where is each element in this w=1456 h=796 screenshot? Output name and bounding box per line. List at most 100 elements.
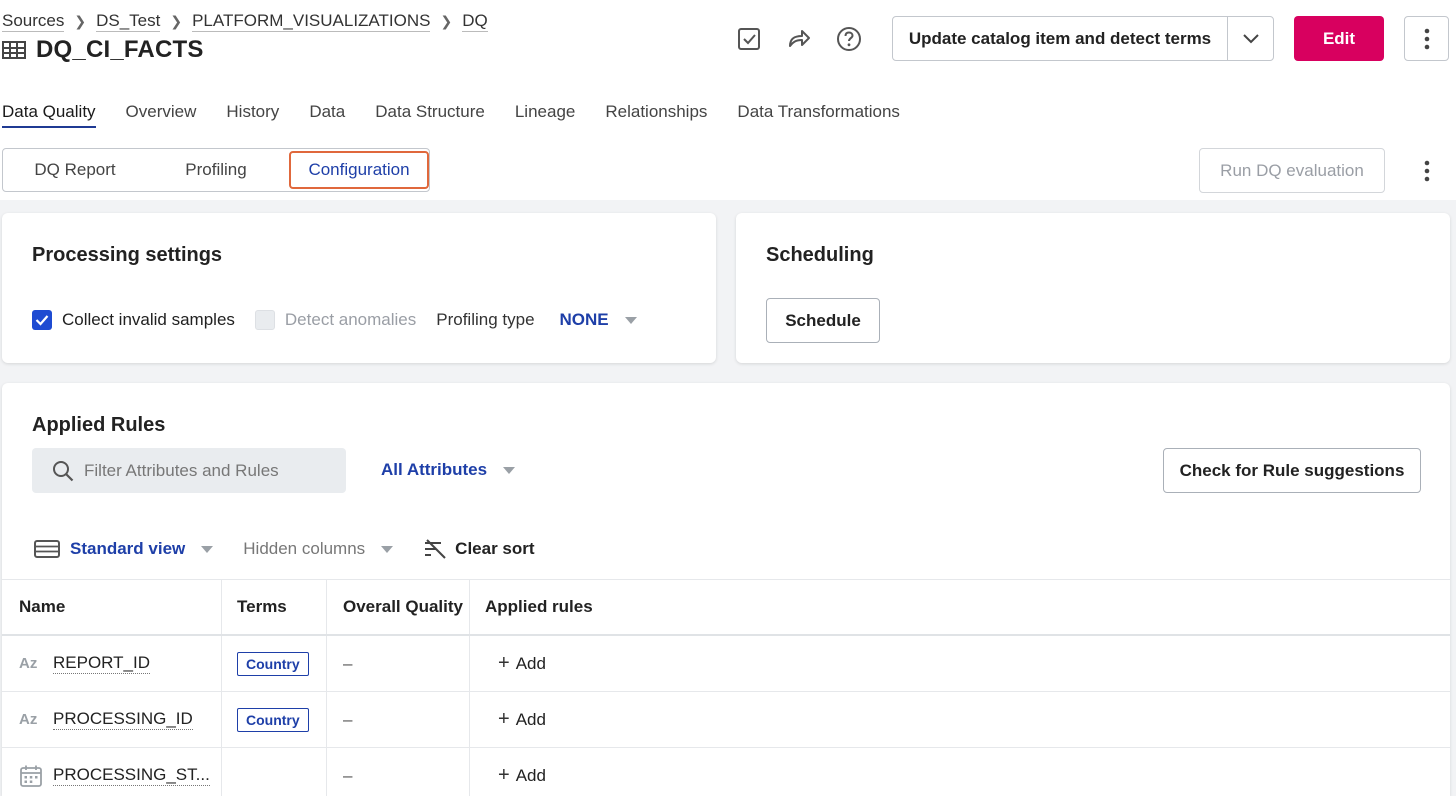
overall-quality-value: – [343,765,353,785]
add-rule-button[interactable]: + Add [498,708,546,731]
attribute-name-link[interactable]: PROCESSING_ID [53,709,193,730]
add-rule-label: Add [515,653,546,673]
name-cell: Az REPORT_ID [2,636,222,691]
string-type-icon: Az [19,655,38,672]
scheduling-title: Scheduling [766,244,874,266]
attributes-table: Name Terms Overall Quality Applied rules… [2,579,1450,796]
share-icon[interactable] [784,24,814,54]
add-rule-label: Add [515,709,546,729]
caret-down-icon[interactable] [201,545,214,553]
caret-down-icon[interactable] [624,316,637,324]
calendar-icon [20,765,42,787]
hidden-columns-select[interactable]: Hidden columns [243,539,365,559]
terms-cell [222,748,327,796]
quality-cell: – [327,748,470,796]
page-header: Sources ❯ DS_Test ❯ PLATFORM_VISUALIZATI… [0,0,1456,200]
table-header: Name Terms Overall Quality Applied rules [2,579,1450,636]
breadcrumb-sources[interactable]: Sources [2,11,65,32]
chevron-right-icon: ❯ [170,13,183,29]
add-rule-button[interactable]: + Add [498,764,546,787]
add-rule-button[interactable]: + Add [498,652,546,675]
terms-cell: Country [222,636,327,691]
standard-view-select[interactable]: Standard view [70,539,185,559]
caret-down-icon[interactable] [381,545,394,553]
run-dq-evaluation-button[interactable]: Run DQ evaluation [1199,148,1385,193]
schedule-button[interactable]: Schedule [766,298,880,343]
help-icon[interactable] [834,24,864,54]
dq-subtabs: DQ Report Profiling Configuration [2,148,430,192]
caret-down-icon [503,466,516,474]
breadcrumb-platform[interactable]: PLATFORM_VISUALIZATIONS [192,11,431,32]
collect-invalid-samples-checkbox[interactable] [32,310,52,330]
check-rule-suggestions-button[interactable]: Check for Rule suggestions [1163,448,1421,493]
clear-sort-icon[interactable] [423,539,447,559]
tab-relationships[interactable]: Relationships [605,102,707,128]
list-view-icon [34,540,60,558]
applied-rules-cell: + Add [470,748,1450,796]
chevron-right-icon: ❯ [74,13,87,29]
term-badge[interactable]: Country [237,651,309,676]
add-rule-label: Add [515,765,546,785]
scheduling-card: Scheduling Schedule [736,213,1450,363]
tab-lineage[interactable]: Lineage [515,102,576,128]
processing-settings-title: Processing settings [32,244,223,266]
column-header-name[interactable]: Name [2,580,222,634]
detect-anomalies-checkbox [254,310,275,330]
chevron-down-icon[interactable] [1228,17,1273,60]
subtab-dq-report[interactable]: DQ Report [3,149,147,191]
table-row: Az REPORT_ID Country – + Add [2,636,1450,692]
plus-icon: + [498,708,510,730]
detect-anomalies-label: Detect anomalies [284,310,417,329]
applied-rules-card: Applied Rules Filter Attributes and Rule… [2,383,1450,796]
search-placeholder: Filter Attributes and Rules [84,460,279,480]
page-title: DQ_CI_FACTS [36,36,204,63]
search-icon [53,460,74,481]
tab-data-quality[interactable]: Data Quality [2,102,96,128]
subtab-profiling[interactable]: Profiling [147,149,285,191]
quality-cell: – [327,692,470,747]
attribute-name-link[interactable]: PROCESSING_ST... [53,765,210,786]
terms-cell: Country [222,692,327,747]
string-type-icon: Az [19,711,38,728]
term-badge[interactable]: Country [237,707,309,732]
plus-icon: + [498,652,510,674]
tab-overview[interactable]: Overview [126,102,197,128]
processing-options: Collect invalid samples Detect anomalies… [32,310,637,330]
title-row: DQ_CI_FACTS [2,36,204,64]
applied-rules-cell: + Add [470,636,1450,691]
plus-icon: + [498,764,510,786]
update-catalog-split-button: Update catalog item and detect terms [892,16,1274,61]
column-header-overall-quality[interactable]: Overall Quality [327,580,470,634]
breadcrumb: Sources ❯ DS_Test ❯ PLATFORM_VISUALIZATI… [2,11,488,32]
processing-settings-card: Processing settings Collect invalid samp… [2,213,716,363]
name-cell: Az PROCESSING_ID [2,692,222,747]
tab-data[interactable]: Data [309,102,345,128]
update-catalog-button[interactable]: Update catalog item and detect terms [893,17,1228,60]
tab-data-transformations[interactable]: Data Transformations [737,102,900,128]
breadcrumb-dq[interactable]: DQ [462,11,488,32]
column-header-applied-rules[interactable]: Applied rules [470,580,1450,634]
tab-history[interactable]: History [226,102,279,128]
main-tabs: Data Quality Overview History Data Data … [2,102,930,128]
overall-quality-value: – [343,709,353,729]
more-vertical-icon[interactable] [1404,16,1449,61]
profiling-type-select[interactable]: NONE [560,310,609,330]
edit-button[interactable]: Edit [1294,16,1384,61]
subtab-configuration[interactable]: Configuration [289,151,429,189]
table-row: Az PROCESSING_ID Country – + Add [2,692,1450,748]
clear-sort-button[interactable]: Clear sort [455,539,534,559]
attribute-name-link[interactable]: REPORT_ID [53,653,150,674]
attribute-filter-value: All Attributes [381,460,488,479]
more-vertical-icon[interactable] [1414,156,1440,186]
breadcrumb-ds-test[interactable]: DS_Test [96,11,161,32]
table-row: PROCESSING_ST... – + Add [2,748,1450,796]
attribute-filter-select[interactable]: All Attributes [381,460,516,480]
chevron-right-icon: ❯ [440,13,453,29]
tab-data-structure[interactable]: Data Structure [375,102,485,128]
column-header-terms[interactable]: Terms [222,580,327,634]
filter-search-input[interactable]: Filter Attributes and Rules [32,448,346,493]
applied-rules-cell: + Add [470,692,1450,747]
checkbox-icon[interactable] [734,24,764,54]
name-cell: PROCESSING_ST... [2,748,222,796]
quality-cell: – [327,636,470,691]
